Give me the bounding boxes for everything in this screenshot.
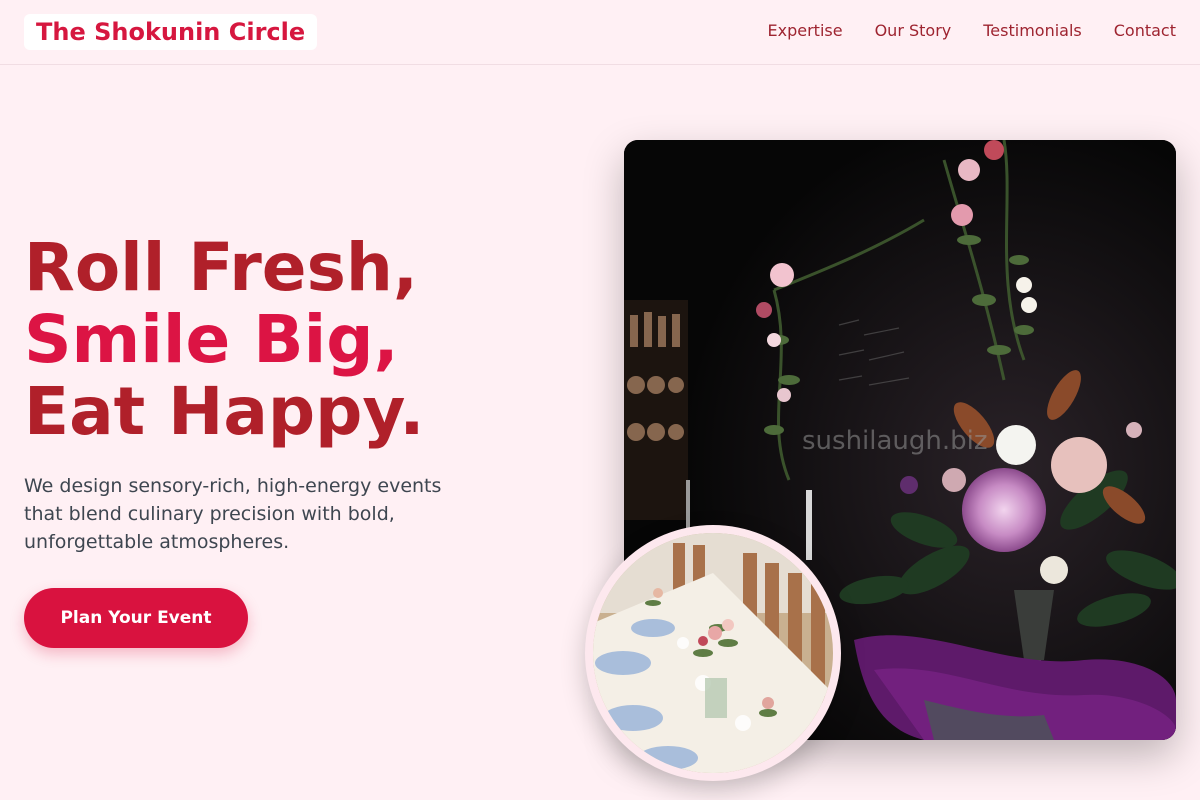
- inset-photo-table-setting: [585, 525, 841, 781]
- hero-title-line-2: Smile Big,: [24, 301, 399, 378]
- hero-title-line-1: Roll Fresh,: [24, 229, 418, 306]
- nav-item-expertise[interactable]: Expertise: [768, 20, 843, 42]
- nav-item-testimonials[interactable]: Testimonials: [983, 20, 1082, 42]
- table-setting-illustration: [593, 533, 833, 773]
- main-nav: Expertise Our Story Testimonials Contact: [768, 20, 1176, 42]
- brand-logo[interactable]: The Shokunin Circle: [24, 14, 318, 50]
- nav-item-our-story[interactable]: Our Story: [875, 20, 952, 42]
- hero-title: Roll Fresh, Smile Big, Eat Happy.: [24, 232, 424, 448]
- inset-photo-frame: [593, 533, 833, 773]
- nav-item-contact[interactable]: Contact: [1114, 20, 1176, 42]
- hero-subtitle: We design sensory-rich, high-energy even…: [24, 475, 442, 553]
- plan-event-button[interactable]: Plan Your Event: [24, 588, 248, 648]
- image-watermark: sushilaugh.biz: [802, 426, 988, 456]
- hero-title-line-3: Eat Happy.: [24, 373, 425, 450]
- site-header: The Shokunin Circle Expertise Our Story …: [0, 0, 1200, 65]
